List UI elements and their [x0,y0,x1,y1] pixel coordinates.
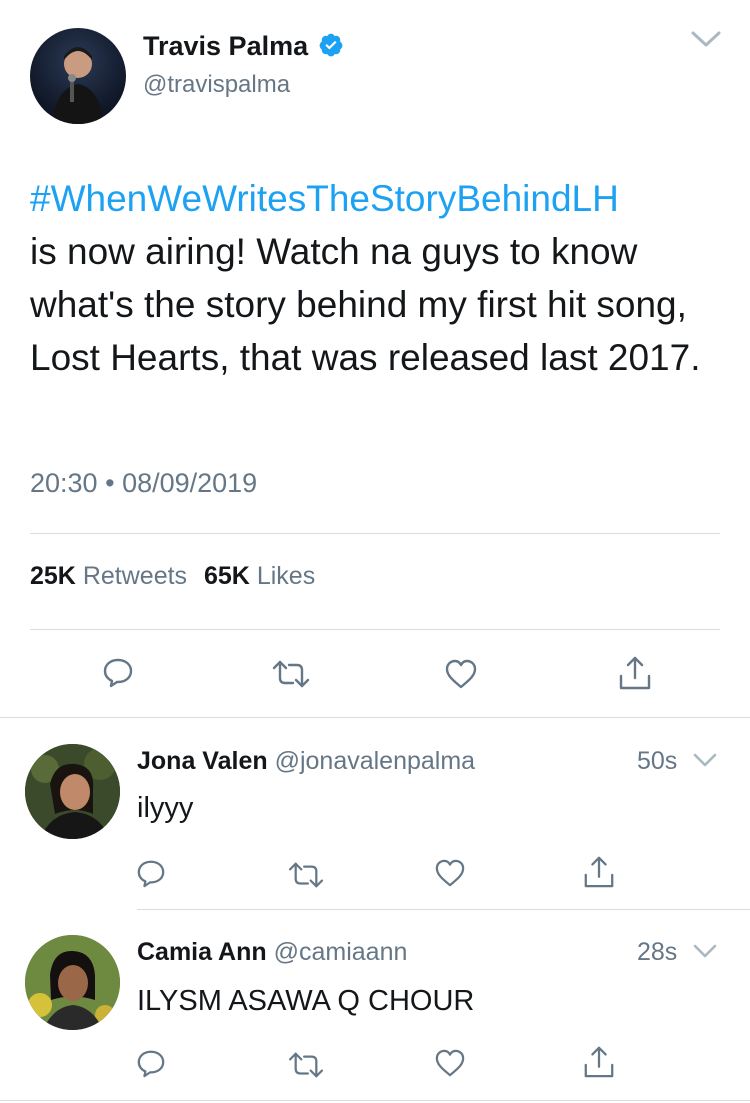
divider [30,533,720,534]
reply-icon[interactable] [136,1048,166,1078]
chevron-down-icon[interactable] [690,30,722,50]
tweet-stats: 25K Retweets 65K Likes [30,560,315,592]
chevron-down-icon[interactable] [692,752,718,770]
reply-text: ilyyy [137,792,194,824]
divider [0,717,750,718]
share-icon[interactable] [582,1044,616,1080]
retweet-icon[interactable] [271,658,311,690]
reply-avatar[interactable] [25,935,120,1030]
reply-icon[interactable] [102,656,134,688]
like-icon[interactable] [434,1048,466,1078]
author-name[interactable]: Travis Palma [143,30,344,62]
reply-avatar[interactable] [25,744,120,839]
reply-time: 50s [637,747,678,775]
reply-header: Camia Ann @camiaann [137,936,407,968]
reply-author-name[interactable]: Camia Ann [137,938,267,966]
share-icon[interactable] [617,654,653,692]
reply-icon[interactable] [136,858,166,888]
reply-text: ILYSM ASAWA Q CHOUR [137,985,475,1017]
divider [137,909,750,910]
reply-header: Jona Valen @jonavalenpalma [137,745,475,777]
verified-badge-icon [318,32,344,58]
tweet-text: #WhenWeWritesTheStoryBehindLH is now air… [30,172,730,384]
tweet-timestamp: 20:30 • 08/09/2019 [30,468,258,498]
reply-author-handle[interactable]: @camiaann [274,938,408,966]
reply-author-name[interactable]: Jona Valen [137,747,268,775]
reply-author-handle[interactable]: @jonavalenpalma [275,747,476,775]
hashtag-link[interactable]: #WhenWeWritesTheStoryBehindLH [30,178,619,219]
like-icon[interactable] [434,858,466,888]
author-handle[interactable]: @travispalma [143,70,290,100]
like-icon[interactable] [444,658,478,690]
share-icon[interactable] [582,854,616,890]
divider [30,629,720,630]
tweet-body: is now airing! Watch na guys to know wha… [30,231,701,378]
retweet-icon[interactable] [287,860,325,890]
retweets-stat[interactable]: 25K Retweets [30,562,194,590]
divider [0,1100,750,1101]
reply-time: 28s [637,938,678,966]
retweet-icon[interactable] [287,1050,325,1080]
likes-stat[interactable]: 65K Likes [204,562,315,590]
author-avatar[interactable] [30,28,126,124]
chevron-down-icon[interactable] [692,943,718,961]
